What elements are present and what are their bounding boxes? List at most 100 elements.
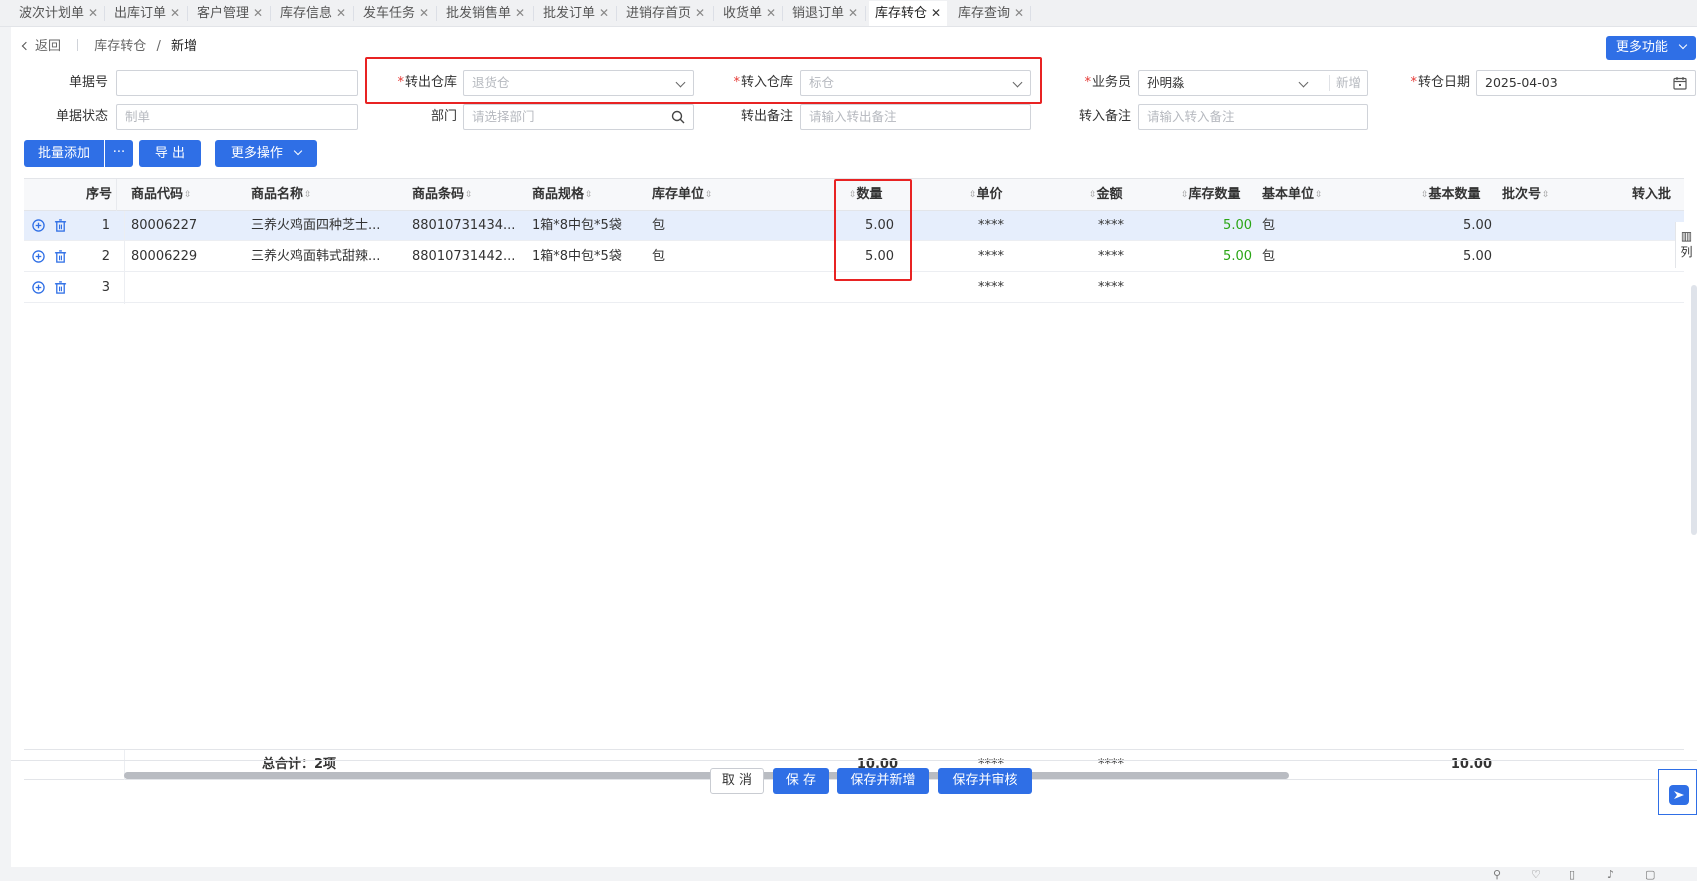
- delete-row-icon[interactable]: [54, 250, 67, 263]
- add-row-icon[interactable]: [32, 250, 45, 263]
- col-spec[interactable]: 商品规格⇳: [532, 179, 593, 211]
- cell-code[interactable]: 80006229: [131, 242, 241, 272]
- sort-icon[interactable]: ⇳: [465, 179, 473, 211]
- tab-dispatch-task[interactable]: 发车任务 ✕: [357, 1, 429, 26]
- close-icon[interactable]: ✕: [931, 6, 941, 20]
- tab-receipt[interactable]: 收货单 ✕: [717, 1, 776, 26]
- link-icon[interactable]: ⚲: [1493, 868, 1501, 881]
- transfer-date-input[interactable]: 2025-04-03: [1476, 70, 1696, 96]
- tab-stock-info[interactable]: 库存信息 ✕: [274, 1, 346, 26]
- close-icon[interactable]: ✕: [599, 6, 609, 20]
- sort-icon[interactable]: ⇳: [1089, 179, 1097, 211]
- tab-customer[interactable]: 客户管理 ✕: [191, 1, 263, 26]
- sort-icon[interactable]: ⇳: [1181, 179, 1189, 211]
- tab-wholesale-order[interactable]: 批发订单 ✕: [537, 1, 609, 26]
- calendar-icon[interactable]: [1673, 76, 1687, 90]
- col-code[interactable]: 商品代码⇳: [131, 179, 192, 211]
- col-price[interactable]: ⇳单价: [968, 179, 1003, 211]
- delete-row-icon[interactable]: [54, 219, 67, 232]
- close-icon[interactable]: ✕: [766, 6, 776, 20]
- department-select[interactable]: 请选择部门: [463, 104, 694, 130]
- cell-spec[interactable]: 1箱*8中包*5袋: [532, 242, 644, 272]
- close-icon[interactable]: ✕: [170, 6, 180, 20]
- sort-icon[interactable]: ⇳: [705, 179, 713, 211]
- out-remark-input[interactable]: 请输入转出备注: [800, 104, 1031, 130]
- cell-name[interactable]: 三养火鸡面四种芝士...: [251, 211, 401, 241]
- close-icon[interactable]: ✕: [848, 6, 858, 20]
- close-icon[interactable]: ✕: [515, 6, 525, 20]
- close-icon[interactable]: ✕: [419, 6, 429, 20]
- save-and-audit-button[interactable]: 保存并审核: [938, 768, 1032, 794]
- cell-unit[interactable]: 包: [652, 211, 712, 241]
- volume-icon[interactable]: ♪: [1607, 868, 1614, 881]
- close-icon[interactable]: ✕: [88, 6, 98, 20]
- close-icon[interactable]: ✕: [336, 6, 346, 20]
- cell-name[interactable]: 三养火鸡面韩式甜辣...: [251, 242, 401, 272]
- col-base-unit[interactable]: 基本单位⇳: [1262, 179, 1323, 211]
- cell-price[interactable]: ****: [944, 211, 1004, 241]
- cell-amount[interactable]: ****: [1064, 242, 1124, 272]
- col-stock-qty[interactable]: ⇳库存数量: [1180, 179, 1241, 211]
- delete-row-icon[interactable]: [54, 281, 67, 294]
- sort-icon[interactable]: ⇳: [1542, 179, 1550, 211]
- salesman-new-link[interactable]: 新增: [1336, 71, 1361, 95]
- tab-wholesale-sales[interactable]: 批发销售单 ✕: [440, 1, 525, 26]
- back-button[interactable]: 返回: [21, 39, 61, 54]
- close-icon[interactable]: ✕: [253, 6, 263, 20]
- in-remark-input[interactable]: 请输入转入备注: [1138, 104, 1368, 130]
- horizontal-scrollbar[interactable]: [124, 772, 1289, 779]
- doc-no-input[interactable]: [116, 70, 358, 96]
- trash-icon[interactable]: ▯: [1569, 868, 1575, 881]
- cell-barcode[interactable]: 88010731434...: [412, 211, 524, 241]
- cell-price[interactable]: ****: [944, 273, 1004, 303]
- salesman-label: *业务员: [1084, 75, 1131, 90]
- col-in-batch[interactable]: 转入批: [1632, 179, 1684, 211]
- col-amount[interactable]: ⇳金额: [1088, 179, 1123, 211]
- cell-barcode[interactable]: 88010731442...: [412, 242, 524, 272]
- tab-stock-query[interactable]: 库存查询 ✕: [952, 1, 1024, 26]
- tab-label: 出库订单: [114, 6, 167, 21]
- more-ops-button[interactable]: 更多操作: [215, 140, 317, 167]
- salesman-select[interactable]: 孙明淼 新增: [1138, 70, 1368, 96]
- cell-amount[interactable]: ****: [1064, 273, 1124, 303]
- vertical-scrollbar[interactable]: [1691, 285, 1697, 535]
- more-functions-button[interactable]: 更多功能: [1606, 36, 1696, 60]
- col-batch[interactable]: 批次号⇳: [1502, 179, 1550, 211]
- col-base-qty[interactable]: ⇳基本数量: [1420, 179, 1481, 211]
- cell-amount[interactable]: ****: [1064, 211, 1124, 241]
- tab-wave-plan[interactable]: 波次计划单 ✕: [13, 1, 98, 26]
- cell-unit[interactable]: 包: [652, 242, 712, 272]
- add-row-icon[interactable]: [32, 281, 45, 294]
- cell-code[interactable]: 80006227: [131, 211, 241, 241]
- sort-icon[interactable]: ⇳: [304, 179, 312, 211]
- breadcrumb-parent[interactable]: 库存转仓: [94, 39, 146, 54]
- cell-price[interactable]: ****: [944, 242, 1004, 272]
- col-barcode[interactable]: 商品条码⇳: [412, 179, 473, 211]
- sort-icon[interactable]: ⇳: [1315, 179, 1323, 211]
- tab-stock-transfer[interactable]: 库存转仓 ✕: [869, 1, 947, 26]
- window-icon[interactable]: ▢: [1645, 868, 1655, 881]
- tab-sales-return[interactable]: 销退订单 ✕: [786, 1, 858, 26]
- cell-spec[interactable]: 1箱*8中包*5袋: [532, 211, 644, 241]
- save-and-new-button[interactable]: 保存并新增: [837, 768, 929, 794]
- close-icon[interactable]: ✕: [695, 6, 705, 20]
- column-settings-button[interactable]: ▥ 列: [1675, 222, 1697, 268]
- export-button[interactable]: 导 出: [139, 140, 201, 167]
- heart-icon[interactable]: ♡: [1531, 868, 1541, 881]
- col-name[interactable]: 商品名称⇳: [251, 179, 312, 211]
- chat-widget[interactable]: [1658, 769, 1697, 815]
- sort-icon[interactable]: ⇳: [969, 179, 977, 211]
- batch-add-button[interactable]: 批量添加: [24, 140, 104, 167]
- close-icon[interactable]: ✕: [1014, 6, 1024, 20]
- search-icon[interactable]: [671, 110, 685, 124]
- tab-outbound-order[interactable]: 出库订单 ✕: [108, 1, 180, 26]
- tab-inventory-home[interactable]: 进销存首页 ✕: [620, 1, 705, 26]
- save-button[interactable]: 保 存: [773, 768, 829, 794]
- sort-icon[interactable]: ⇳: [585, 179, 593, 211]
- batch-add-more-button[interactable]: ···: [105, 140, 133, 167]
- sort-icon[interactable]: ⇳: [1421, 179, 1429, 211]
- sort-icon[interactable]: ⇳: [184, 179, 192, 211]
- add-row-icon[interactable]: [32, 219, 45, 232]
- cancel-button[interactable]: 取 消: [710, 768, 764, 794]
- col-unit[interactable]: 库存单位⇳: [652, 179, 713, 211]
